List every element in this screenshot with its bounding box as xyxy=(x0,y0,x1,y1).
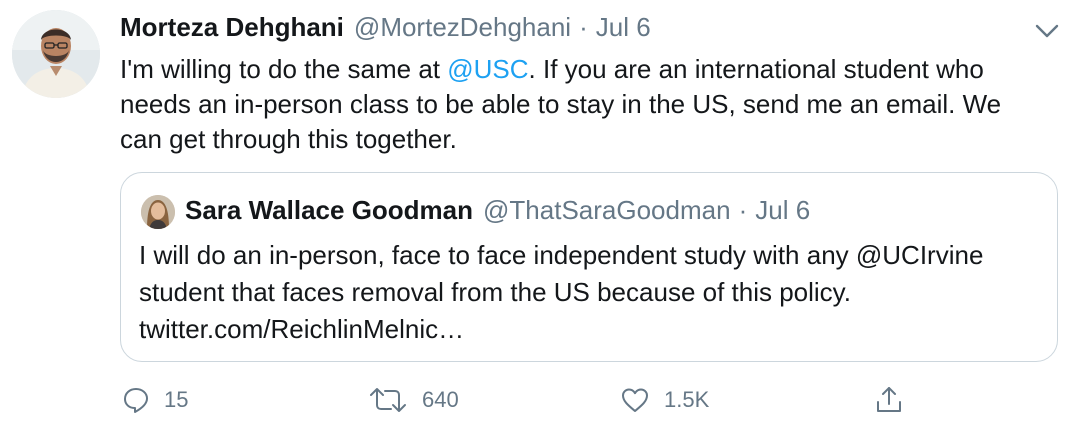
quoted-author-name: Sara Wallace Goodman xyxy=(185,195,474,225)
like-count: 1.5K xyxy=(664,387,710,412)
tweet-header: Morteza Dehghani @MortezDehghani · Jul 6 xyxy=(120,12,651,44)
reply-button[interactable]: 15 xyxy=(122,382,188,418)
author-avatar-image xyxy=(12,10,100,98)
quoted-tweet-header: Sara Wallace Goodman @ThatSaraGoodman · … xyxy=(185,195,810,226)
author-avatar[interactable] xyxy=(12,10,100,98)
retweet-count: 640 xyxy=(422,387,459,412)
share-icon xyxy=(877,387,901,412)
reply-count: 15 xyxy=(164,387,189,412)
quoted-tweet-date: Jul 6 xyxy=(755,195,811,225)
tweet-text-part: I'm willing to do the same at xyxy=(120,54,448,84)
author-handle[interactable]: @MortezDehghani xyxy=(354,12,571,43)
tweet-date[interactable]: Jul 6 xyxy=(596,12,651,43)
separator-dot: · xyxy=(579,12,588,42)
quoted-author-handle: @ThatSaraGoodman xyxy=(483,195,731,225)
tweet-text: I'm willing to do the same at @USC. If y… xyxy=(120,52,1050,157)
quoted-tweet[interactable]: Sara Wallace Goodman @ThatSaraGoodman · … xyxy=(120,172,1058,362)
reply-icon xyxy=(124,388,148,413)
mention-link[interactable]: @USC xyxy=(447,54,528,84)
retweet-icon xyxy=(370,388,406,412)
separator-dot: · xyxy=(738,195,748,225)
like-button[interactable]: 1.5K xyxy=(620,382,709,418)
like-icon xyxy=(622,388,648,412)
quoted-author-avatar-image xyxy=(141,195,175,229)
share-button[interactable] xyxy=(874,382,904,418)
quoted-tweet-text: I will do an in-person, face to face ind… xyxy=(139,240,984,344)
author-name[interactable]: Morteza Dehghani xyxy=(120,12,344,43)
quoted-author-avatar[interactable] xyxy=(141,195,175,229)
chevron-down-icon[interactable] xyxy=(1032,16,1062,46)
retweet-button[interactable]: 640 xyxy=(368,382,459,418)
tweet[interactable]: Morteza Dehghani @MortezDehghani · Jul 6… xyxy=(0,0,1080,448)
